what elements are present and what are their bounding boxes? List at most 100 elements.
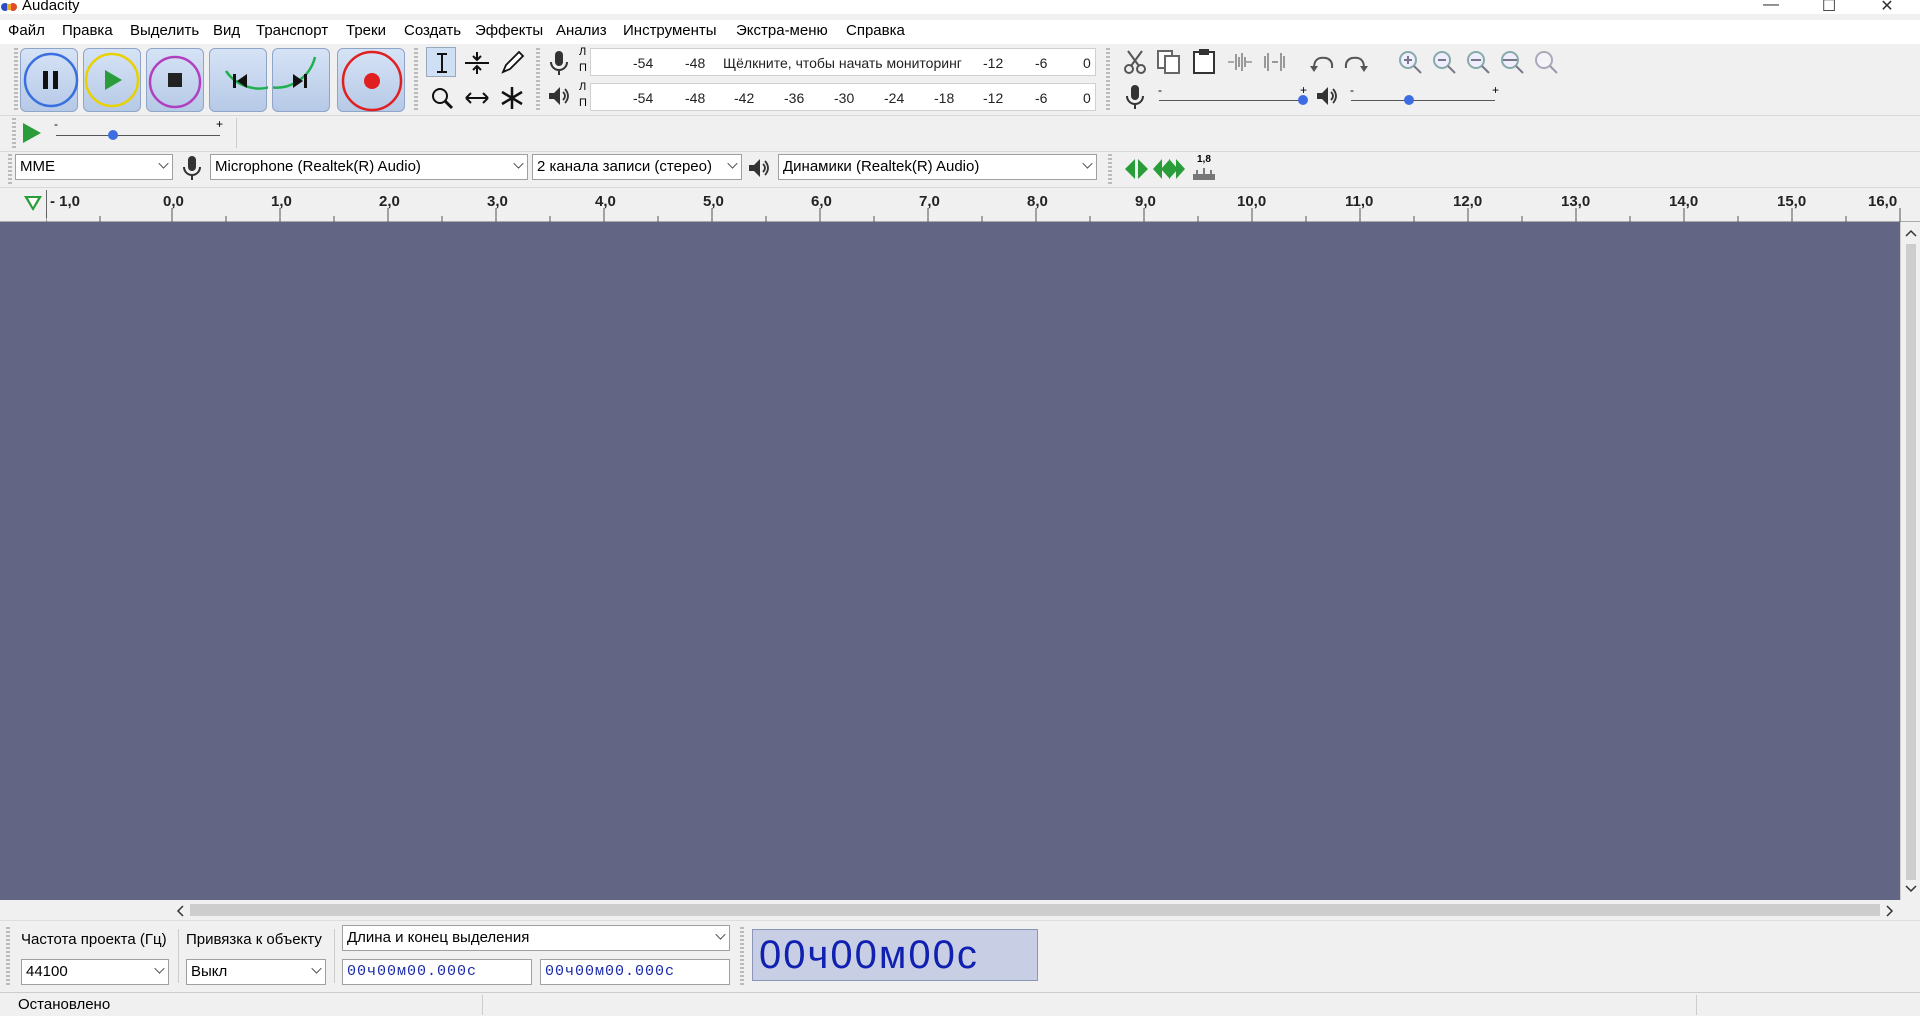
slider-min-label: - xyxy=(54,117,58,131)
record-volume-knob[interactable] xyxy=(1298,95,1308,105)
snap-to-select[interactable]: Выкл xyxy=(186,959,326,985)
record-scale-label: 0 xyxy=(1083,55,1091,71)
menu-select[interactable]: Выделить xyxy=(130,20,199,44)
minimize-button[interactable]: — xyxy=(1748,0,1794,14)
envelope-tool[interactable] xyxy=(461,47,491,77)
play-at-speed-icon[interactable] xyxy=(18,120,44,146)
pause-button[interactable] xyxy=(20,48,79,112)
selection-grip[interactable] xyxy=(6,927,10,985)
mixer-grip[interactable] xyxy=(1106,84,1110,112)
device-grip[interactable] xyxy=(8,154,12,184)
silence-audio-icon[interactable] xyxy=(1261,48,1289,76)
play-at-speed-toolbar xyxy=(0,116,1920,152)
audio-position-display[interactable]: 00ч00м00с xyxy=(752,929,1038,981)
speed-grip[interactable] xyxy=(12,118,16,148)
scroll-right-icon[interactable] xyxy=(1885,905,1895,917)
track-panel[interactable] xyxy=(0,222,1900,900)
time-shift-tool[interactable] xyxy=(461,82,491,112)
record-volume-icon xyxy=(1126,85,1144,109)
play-right-label: П xyxy=(579,97,587,109)
selection-end-time[interactable]: 00ч00м00.000с xyxy=(540,959,730,985)
fit-selection-icon[interactable] xyxy=(1464,48,1492,76)
menu-edit[interactable]: Правка xyxy=(62,20,113,44)
playback-device-select[interactable]: Динамики (Realtek(R) Audio) xyxy=(778,154,1097,180)
copy-icon[interactable] xyxy=(1155,48,1183,76)
adjust-cut-preview-button[interactable]: 1,8 xyxy=(1190,154,1218,184)
zoom-toggle-icon[interactable] xyxy=(1532,48,1560,76)
asterisk-icon xyxy=(501,87,523,109)
scroll-down-icon[interactable] xyxy=(1905,884,1917,894)
menu-transport[interactable]: Транспорт xyxy=(256,20,328,44)
stop-button[interactable] xyxy=(146,48,204,112)
scroll-up-icon[interactable] xyxy=(1905,228,1917,238)
slider-min-label: - xyxy=(1158,83,1162,97)
paste-icon[interactable] xyxy=(1190,47,1218,75)
recording-channels-select[interactable]: 2 канала записи (стерео) xyxy=(532,154,742,180)
close-button[interactable]: ✕ xyxy=(1864,0,1910,15)
vertical-scrollbar[interactable] xyxy=(1900,222,1920,900)
meter-grip[interactable] xyxy=(536,48,540,112)
snap-to-value: Выкл xyxy=(191,963,228,980)
menu-effects[interactable]: Эффекты xyxy=(475,20,543,44)
menu-help[interactable]: Справка xyxy=(846,20,905,44)
playback-volume-knob[interactable] xyxy=(1403,95,1414,105)
playback-speed-knob[interactable] xyxy=(108,130,119,140)
cut-preview-icon[interactable] xyxy=(1152,156,1186,182)
play-button[interactable] xyxy=(83,48,141,112)
zoom-out-icon[interactable] xyxy=(1430,48,1458,76)
toolbar-grip[interactable] xyxy=(14,48,18,112)
menu-tracks[interactable]: Треки xyxy=(346,20,386,44)
skip-to-end-button[interactable] xyxy=(272,48,330,112)
play-scale-label: -24 xyxy=(884,90,905,106)
scroll-left-icon[interactable] xyxy=(175,905,185,917)
multi-tool[interactable] xyxy=(496,82,526,112)
menu-file[interactable]: Файл xyxy=(8,20,45,44)
trim-audio-icon[interactable] xyxy=(1226,48,1254,76)
draw-tool[interactable] xyxy=(496,47,526,77)
zoom-in-icon[interactable] xyxy=(1396,48,1424,76)
tools-grip[interactable] xyxy=(414,48,418,112)
play-scale-label: -30 xyxy=(834,90,855,106)
audio-host-value: MME xyxy=(20,158,55,175)
audio-position-value: 00ч00м00с xyxy=(759,933,979,977)
recording-device-select[interactable]: Microphone (Realtek(R) Audio) xyxy=(210,154,528,180)
menu-tools[interactable]: Инструменты xyxy=(623,20,717,44)
playback-speed-slider[interactable]: - + xyxy=(52,117,228,144)
horizontal-scroll-thumb[interactable] xyxy=(190,904,1880,916)
timeline-ruler[interactable]: - 1,0 0,0 1,0 2,0 3,0 4,0 5,0 6,0 7,0 8,… xyxy=(0,188,1920,222)
record-scale-label: -48 xyxy=(685,55,706,71)
cut-icon[interactable] xyxy=(1121,48,1149,76)
playback-volume-icon xyxy=(1317,87,1337,105)
menu-extra[interactable]: Экстра-меню xyxy=(736,20,828,44)
selection-mode-select[interactable]: Длина и конец выделения xyxy=(342,925,730,951)
playback-meter[interactable]: -54 -48 -42 -36 -30 -24 -18 -12 -6 0 xyxy=(590,83,1096,111)
speaker-icon xyxy=(549,87,569,105)
time-grip[interactable] xyxy=(740,927,744,985)
pencil-icon xyxy=(501,50,525,74)
zoom-tool[interactable] xyxy=(426,82,456,112)
maximize-button[interactable]: ☐ xyxy=(1806,0,1852,15)
redo-icon[interactable] xyxy=(1342,50,1370,76)
menu-bar: Файл Правка Выделить Вид Транспорт Треки… xyxy=(0,20,1920,44)
fit-project-icon[interactable] xyxy=(1498,48,1526,76)
record-volume-slider[interactable]: - + xyxy=(1156,83,1308,108)
menu-view[interactable]: Вид xyxy=(213,20,240,44)
project-rate-select[interactable]: 44100 xyxy=(21,959,169,985)
menu-generate[interactable]: Создать xyxy=(404,20,461,44)
playback-volume-slider[interactable]: - + xyxy=(1348,83,1499,108)
recording-channels-value: 2 канала записи (стерео) xyxy=(537,158,712,175)
audio-host-select[interactable]: MME xyxy=(15,154,173,180)
play-cut-preview-icon[interactable] xyxy=(1124,156,1150,182)
vertical-scroll-thumb[interactable] xyxy=(1906,244,1916,880)
selection-start-time[interactable]: 00ч00м00.000с xyxy=(342,959,532,985)
record-meter[interactable]: -54 -48 Щёлкните, чтобы начать мониторин… xyxy=(590,48,1096,76)
selection-tool[interactable] xyxy=(426,47,456,77)
slider-max-label: + xyxy=(1492,83,1500,97)
menu-analyze[interactable]: Анализ xyxy=(556,20,607,44)
cut-preview-grip[interactable] xyxy=(1108,154,1112,184)
skip-to-start-button[interactable] xyxy=(209,48,268,112)
record-button[interactable] xyxy=(337,48,405,112)
ibeam-icon xyxy=(437,53,447,73)
undo-icon[interactable] xyxy=(1308,50,1336,76)
timeline-options-icon[interactable] xyxy=(22,193,44,213)
